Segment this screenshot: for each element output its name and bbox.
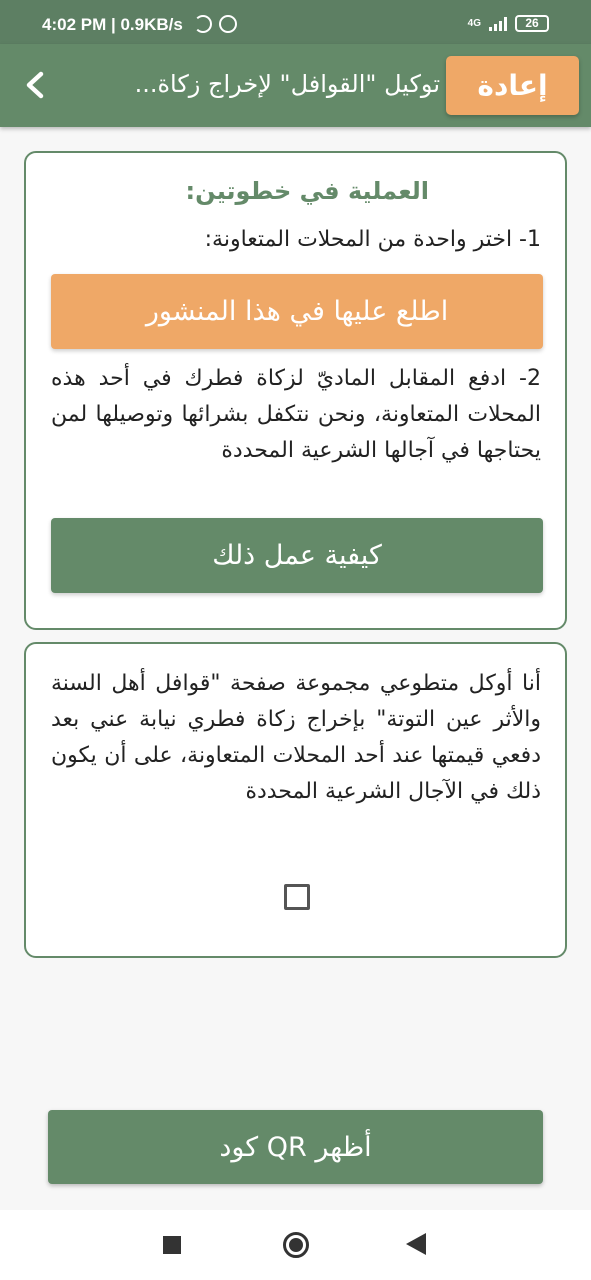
status-bar: 4:02 PM | 0.9KB/s 4G 26 [0, 0, 591, 44]
show-qr-button[interactable]: أظهر QR كود [48, 1110, 543, 1184]
chevron-left-icon [26, 71, 44, 99]
back-button[interactable] [17, 66, 55, 104]
home-icon[interactable] [283, 1232, 309, 1258]
do-not-disturb-icon [194, 15, 212, 33]
consent-checkbox[interactable] [284, 884, 310, 910]
consent-card: أنا أوكل متطوعي مجموعة صفحة "قوافل أهل ا… [24, 642, 567, 958]
status-indicators: 4G 26 [468, 15, 549, 32]
step-one-text: 1- اختر واحدة من المحلات المتعاونة: [204, 227, 541, 252]
how-to-button[interactable]: كيفية عمل ذلك [51, 518, 543, 593]
back-triangle-icon[interactable] [406, 1233, 426, 1255]
system-nav-bar [0, 1210, 591, 1280]
consent-text: أنا أوكل متطوعي مجموعة صفحة "قوافل أهل ا… [51, 671, 541, 804]
page-title: توكيل "القوافل" لإخراج زكاة... [134, 70, 440, 98]
view-post-button[interactable]: اطلع عليها في هذا المنشور [51, 274, 543, 349]
steps-heading: العملية في خطوتين: [185, 177, 429, 205]
network-type: 4G [467, 18, 481, 29]
reset-button[interactable]: إعادة [446, 56, 579, 115]
status-time: 4:02 PM | 0.9KB/s [42, 15, 183, 34]
battery-icon: 26 [515, 15, 549, 32]
recent-apps-icon[interactable] [163, 1236, 181, 1254]
step-two-text: 2- ادفع المقابل الماديّ لزكاة فطرك في أح… [51, 366, 541, 463]
steps-card: العملية في خطوتين: 1- اختر واحدة من المح… [24, 151, 567, 630]
signal-icon [489, 16, 507, 31]
alarm-icon [219, 15, 237, 33]
